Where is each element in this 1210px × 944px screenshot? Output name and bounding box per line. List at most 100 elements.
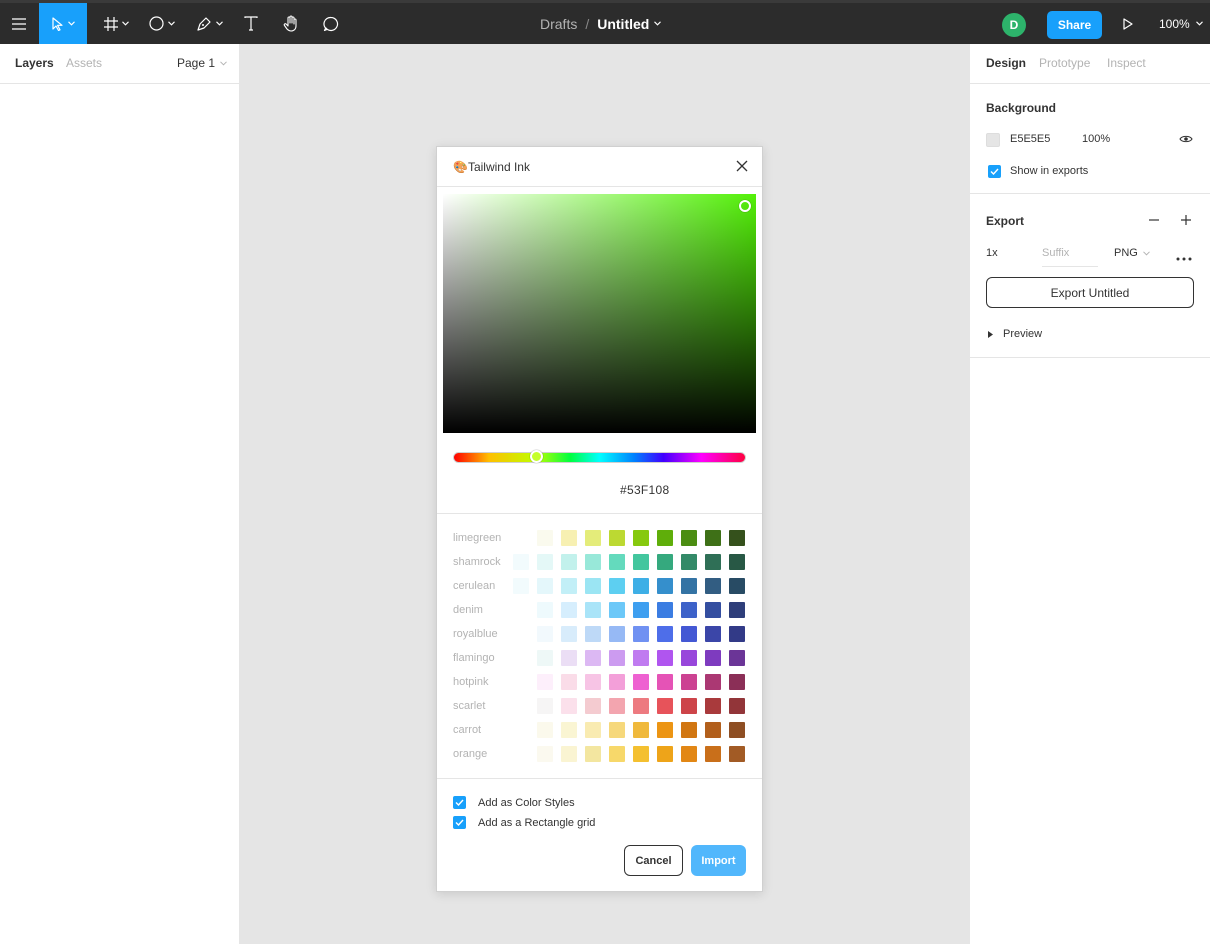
color-swatch[interactable] — [561, 530, 577, 546]
color-swatch[interactable] — [633, 602, 649, 618]
add-export-button[interactable] — [1180, 214, 1192, 229]
frame-tool-button[interactable] — [96, 3, 136, 44]
color-swatch[interactable] — [681, 698, 697, 714]
export-suffix-input[interactable]: Suffix — [1042, 247, 1098, 267]
color-swatch[interactable] — [729, 578, 745, 594]
color-swatch[interactable] — [705, 722, 721, 738]
color-swatch[interactable] — [705, 554, 721, 570]
color-swatch[interactable] — [633, 530, 649, 546]
color-swatch[interactable] — [513, 554, 529, 570]
color-swatch[interactable] — [609, 578, 625, 594]
color-swatch[interactable] — [681, 578, 697, 594]
color-swatch[interactable] — [513, 626, 529, 642]
color-swatch[interactable] — [609, 602, 625, 618]
color-swatch[interactable] — [729, 722, 745, 738]
color-swatch[interactable] — [705, 698, 721, 714]
page-selector[interactable]: Page 1 — [177, 56, 227, 70]
color-swatch[interactable] — [585, 554, 601, 570]
tab-assets[interactable]: Assets — [66, 56, 102, 70]
color-swatch[interactable] — [609, 626, 625, 642]
color-swatch[interactable] — [513, 746, 529, 762]
color-swatch[interactable] — [585, 722, 601, 738]
breadcrumb-drafts[interactable]: Drafts — [540, 16, 577, 32]
color-swatch[interactable] — [513, 650, 529, 666]
pen-tool-button[interactable] — [190, 3, 230, 44]
color-swatch[interactable] — [585, 746, 601, 762]
hue-slider[interactable] — [453, 450, 746, 463]
color-swatch[interactable] — [609, 530, 625, 546]
shape-tool-button[interactable] — [142, 3, 182, 44]
option-color-styles[interactable]: Add as Color Styles — [453, 796, 575, 809]
color-swatch[interactable] — [585, 626, 601, 642]
hex-value[interactable]: #53F108 — [620, 483, 669, 497]
visibility-toggle[interactable] — [1179, 133, 1193, 147]
color-swatch[interactable] — [561, 650, 577, 666]
color-swatch[interactable] — [729, 626, 745, 642]
color-swatch[interactable] — [513, 530, 529, 546]
color-swatch[interactable] — [561, 626, 577, 642]
color-swatch[interactable] — [537, 674, 553, 690]
color-swatch[interactable] — [513, 602, 529, 618]
background-color-swatch[interactable] — [986, 133, 1000, 147]
color-swatch[interactable] — [513, 722, 529, 738]
color-swatch[interactable] — [537, 698, 553, 714]
color-swatch[interactable] — [537, 650, 553, 666]
preview-toggle[interactable]: Preview — [988, 328, 1042, 340]
color-swatch[interactable] — [633, 578, 649, 594]
color-swatch[interactable] — [561, 746, 577, 762]
color-swatch[interactable] — [609, 674, 625, 690]
color-swatch[interactable] — [585, 578, 601, 594]
color-swatch[interactable] — [657, 746, 673, 762]
color-swatch[interactable] — [537, 602, 553, 618]
cancel-button[interactable]: Cancel — [624, 845, 683, 876]
color-swatch[interactable] — [585, 650, 601, 666]
color-swatch[interactable] — [657, 650, 673, 666]
color-swatch[interactable] — [537, 578, 553, 594]
color-swatch[interactable] — [585, 674, 601, 690]
color-swatch[interactable] — [681, 674, 697, 690]
document-title[interactable]: Untitled — [597, 16, 649, 32]
color-swatch[interactable] — [729, 698, 745, 714]
color-swatch[interactable] — [537, 530, 553, 546]
color-swatch[interactable] — [705, 746, 721, 762]
color-swatch[interactable] — [729, 650, 745, 666]
export-settings-button[interactable] — [1176, 250, 1192, 264]
color-swatch[interactable] — [729, 674, 745, 690]
color-swatch[interactable] — [537, 722, 553, 738]
color-swatch[interactable] — [657, 578, 673, 594]
color-swatch[interactable] — [729, 602, 745, 618]
color-swatch[interactable] — [585, 530, 601, 546]
color-swatch[interactable] — [681, 554, 697, 570]
background-hex-value[interactable]: E5E5E5 — [1010, 133, 1050, 145]
color-swatch[interactable] — [705, 602, 721, 618]
show-in-exports-checkbox[interactable] — [988, 165, 1001, 178]
color-swatch[interactable] — [633, 650, 649, 666]
color-swatch[interactable] — [657, 602, 673, 618]
color-swatch[interactable] — [561, 674, 577, 690]
color-swatch[interactable] — [705, 578, 721, 594]
color-swatch[interactable] — [729, 554, 745, 570]
color-swatch[interactable] — [681, 530, 697, 546]
color-swatch[interactable] — [633, 554, 649, 570]
color-swatch[interactable] — [537, 746, 553, 762]
color-swatch[interactable] — [657, 626, 673, 642]
color-swatch[interactable] — [633, 746, 649, 762]
move-tool-button[interactable] — [39, 3, 87, 44]
text-tool-button[interactable] — [238, 3, 264, 44]
remove-export-button[interactable] — [1148, 214, 1160, 229]
color-swatch[interactable] — [537, 626, 553, 642]
color-swatch[interactable] — [633, 626, 649, 642]
background-opacity-value[interactable]: 100% — [1082, 133, 1110, 145]
file-title-area[interactable]: Drafts / Untitled — [540, 3, 662, 44]
color-swatch[interactable] — [513, 698, 529, 714]
zoom-menu[interactable]: 100% — [1159, 3, 1203, 44]
color-swatch[interactable] — [585, 698, 601, 714]
color-swatch[interactable] — [633, 674, 649, 690]
color-swatch[interactable] — [705, 674, 721, 690]
color-swatch[interactable] — [633, 698, 649, 714]
color-swatch[interactable] — [657, 554, 673, 570]
color-swatch[interactable] — [609, 650, 625, 666]
color-swatch[interactable] — [585, 602, 601, 618]
export-scale-select[interactable]: 1x — [986, 247, 998, 259]
color-swatch[interactable] — [537, 554, 553, 570]
